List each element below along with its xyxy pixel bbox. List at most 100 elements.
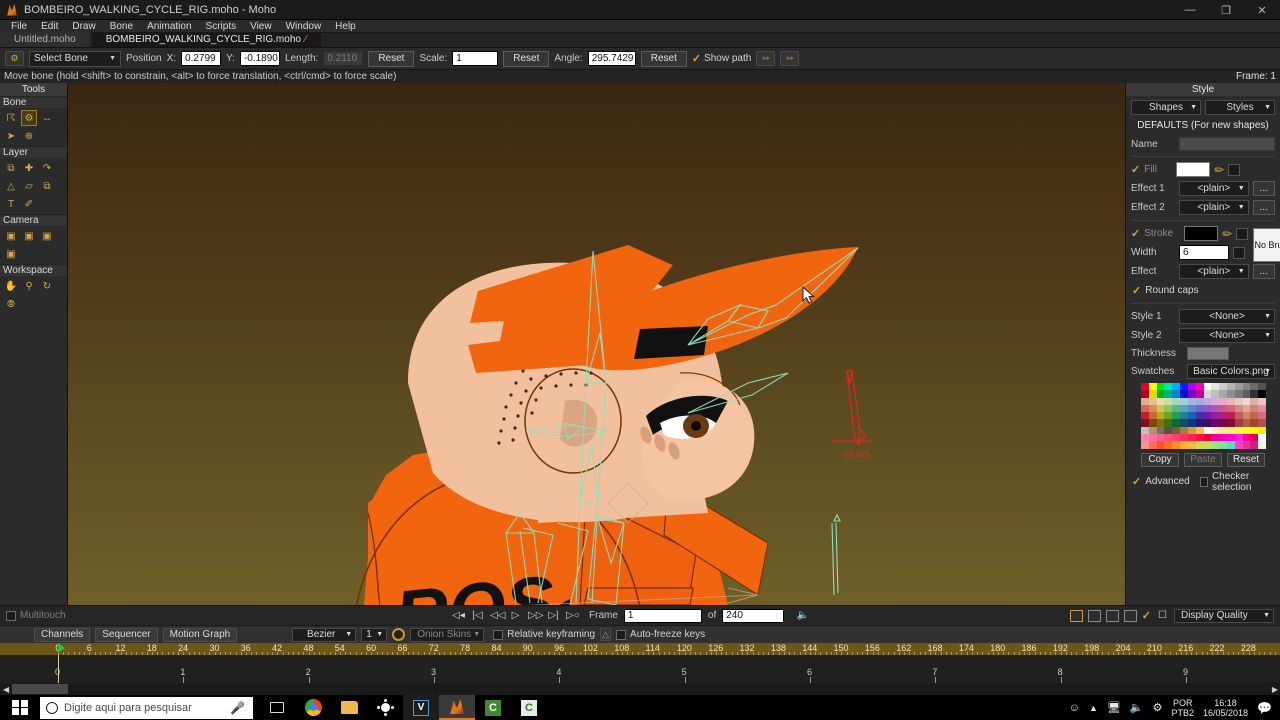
bone-scale-tool-icon[interactable]: ➤ bbox=[3, 128, 19, 144]
color-swatch[interactable] bbox=[1234, 390, 1243, 398]
fill-checkbox[interactable]: ✓ bbox=[1131, 163, 1140, 176]
menu-file[interactable]: File bbox=[4, 20, 34, 33]
color-swatch[interactable] bbox=[1219, 390, 1227, 398]
forward-to-end-button[interactable]: ▷○ bbox=[566, 610, 580, 621]
color-swatch[interactable] bbox=[1211, 426, 1220, 435]
color-swatch[interactable] bbox=[1242, 434, 1251, 442]
color-swatch[interactable] bbox=[1187, 419, 1196, 427]
color-swatch[interactable] bbox=[1219, 383, 1227, 391]
color-swatch[interactable] bbox=[1164, 412, 1173, 420]
color-swatch[interactable] bbox=[1195, 419, 1204, 427]
checker-selection-checkbox[interactable]: Checker selection bbox=[1199, 471, 1274, 493]
interpolation-dropdown[interactable]: Bezier ▼ bbox=[292, 627, 357, 642]
color-swatch[interactable] bbox=[1141, 434, 1149, 442]
color-swatch[interactable] bbox=[1242, 397, 1251, 405]
onion-skin-toggle-icon[interactable] bbox=[392, 628, 406, 641]
menu-draw[interactable]: Draw bbox=[65, 20, 102, 33]
moho-icon[interactable] bbox=[439, 695, 475, 720]
color-swatch[interactable] bbox=[1180, 434, 1188, 442]
menu-edit[interactable]: Edit bbox=[34, 20, 65, 33]
frame-bounds-icon[interactable]: ☐ bbox=[1156, 610, 1169, 621]
fill-texture-button[interactable] bbox=[1228, 163, 1241, 176]
color-swatch[interactable] bbox=[1156, 397, 1165, 405]
color-swatch[interactable] bbox=[1250, 419, 1259, 427]
step-back-key-button[interactable]: |◁ bbox=[471, 610, 484, 621]
color-swatch[interactable] bbox=[1164, 426, 1173, 435]
animation-canvas[interactable]: ROS bbox=[68, 83, 1125, 605]
color-swatch[interactable] bbox=[1250, 390, 1259, 398]
color-swatch[interactable] bbox=[1141, 412, 1149, 420]
magnifier-tool-icon[interactable]: ⚲ bbox=[21, 278, 37, 294]
color-swatch[interactable] bbox=[1195, 441, 1204, 449]
microphone-icon[interactable]: 🎤 bbox=[230, 701, 245, 715]
color-swatch[interactable] bbox=[1258, 383, 1266, 391]
color-swatch[interactable] bbox=[1148, 434, 1157, 442]
color-swatch[interactable] bbox=[1242, 419, 1251, 427]
menu-animation[interactable]: Animation bbox=[140, 20, 198, 33]
stroke-checkbox[interactable]: ✓ bbox=[1131, 227, 1140, 240]
rotate-tool-icon[interactable]: ↻ bbox=[39, 278, 55, 294]
maximize-button[interactable]: ❐ bbox=[1208, 0, 1244, 20]
color-swatch[interactable] bbox=[1187, 434, 1196, 442]
round-caps-checkbox[interactable]: ✓ Round caps bbox=[1126, 281, 1280, 300]
effect2-dropdown[interactable]: <plain> ▼ bbox=[1179, 200, 1249, 215]
color-swatch[interactable] bbox=[1180, 441, 1188, 449]
color-swatch[interactable] bbox=[1226, 441, 1235, 449]
color-swatch[interactable] bbox=[1211, 419, 1220, 427]
color-swatch[interactable] bbox=[1156, 441, 1165, 449]
color-swatch[interactable] bbox=[1211, 383, 1220, 391]
color-swatch[interactable] bbox=[1148, 404, 1157, 413]
color-swatch[interactable] bbox=[1172, 404, 1181, 413]
color-swatch[interactable] bbox=[1250, 434, 1259, 442]
reset-angle-button[interactable]: Reset bbox=[640, 50, 687, 67]
camtasia-editor-icon[interactable]: C bbox=[511, 695, 547, 720]
bone-constraints-icon[interactable]: ⇿ bbox=[756, 51, 776, 66]
step-forward-key-button[interactable]: ▷| bbox=[547, 610, 560, 621]
style1-dropdown[interactable]: <None> ▼ bbox=[1179, 309, 1275, 324]
color-swatch[interactable] bbox=[1242, 383, 1251, 391]
auto-freeze-keys-checkbox[interactable]: Auto-freeze keys bbox=[616, 629, 705, 640]
tab-channels[interactable]: Channels bbox=[34, 627, 91, 642]
color-swatch[interactable] bbox=[1156, 404, 1165, 413]
color-swatch[interactable] bbox=[1203, 412, 1212, 420]
camera-zoom-tool-icon[interactable]: ▣ bbox=[21, 228, 37, 244]
color-swatch[interactable] bbox=[1180, 426, 1188, 435]
color-swatch[interactable] bbox=[1148, 412, 1157, 420]
people-icon[interactable]: ☺ bbox=[1069, 702, 1080, 714]
color-swatch[interactable] bbox=[1203, 426, 1212, 435]
color-swatch[interactable] bbox=[1203, 397, 1212, 405]
color-swatch[interactable] bbox=[1258, 426, 1266, 435]
color-swatch[interactable] bbox=[1219, 412, 1227, 420]
scale-input[interactable]: 1 bbox=[452, 51, 499, 66]
color-swatch[interactable] bbox=[1164, 434, 1173, 442]
color-swatch[interactable] bbox=[1172, 441, 1181, 449]
camtasia-icon[interactable]: C bbox=[475, 695, 511, 720]
color-swatch[interactable] bbox=[1141, 441, 1149, 449]
color-swatch[interactable] bbox=[1195, 434, 1204, 442]
file-explorer-icon[interactable] bbox=[331, 695, 367, 720]
paste-button[interactable]: Paste bbox=[1184, 452, 1222, 467]
advanced-checkbox[interactable]: ✓ Advanced bbox=[1132, 471, 1190, 493]
current-frame-input[interactable]: 1 bbox=[623, 608, 702, 623]
reset-scale-button[interactable]: Reset bbox=[503, 50, 550, 67]
layer-move-tool-icon[interactable]: ✚ bbox=[21, 160, 37, 176]
color-swatch[interactable] bbox=[1172, 390, 1181, 398]
color-swatch[interactable] bbox=[1203, 390, 1212, 398]
rewind-to-start-button[interactable]: ◁◂ bbox=[452, 610, 465, 621]
color-swatch[interactable] bbox=[1211, 441, 1220, 449]
color-swatch[interactable] bbox=[1172, 426, 1181, 435]
color-swatch[interactable] bbox=[1211, 390, 1220, 398]
color-swatch[interactable] bbox=[1156, 426, 1165, 435]
color-swatch[interactable] bbox=[1187, 404, 1196, 413]
color-swatch[interactable] bbox=[1250, 383, 1259, 391]
color-swatch[interactable] bbox=[1226, 397, 1235, 405]
color-swatch[interactable] bbox=[1234, 426, 1243, 435]
scrollbar-thumb[interactable] bbox=[12, 684, 68, 694]
color-swatch[interactable] bbox=[1234, 404, 1243, 413]
menu-scripts[interactable]: Scripts bbox=[199, 20, 244, 33]
color-swatch[interactable] bbox=[1180, 412, 1188, 420]
tab-motion-graph[interactable]: Motion Graph bbox=[162, 627, 238, 642]
color-swatch[interactable] bbox=[1156, 412, 1165, 420]
color-swatch[interactable] bbox=[1242, 390, 1251, 398]
effect2-more-button[interactable]: ... bbox=[1252, 200, 1275, 215]
